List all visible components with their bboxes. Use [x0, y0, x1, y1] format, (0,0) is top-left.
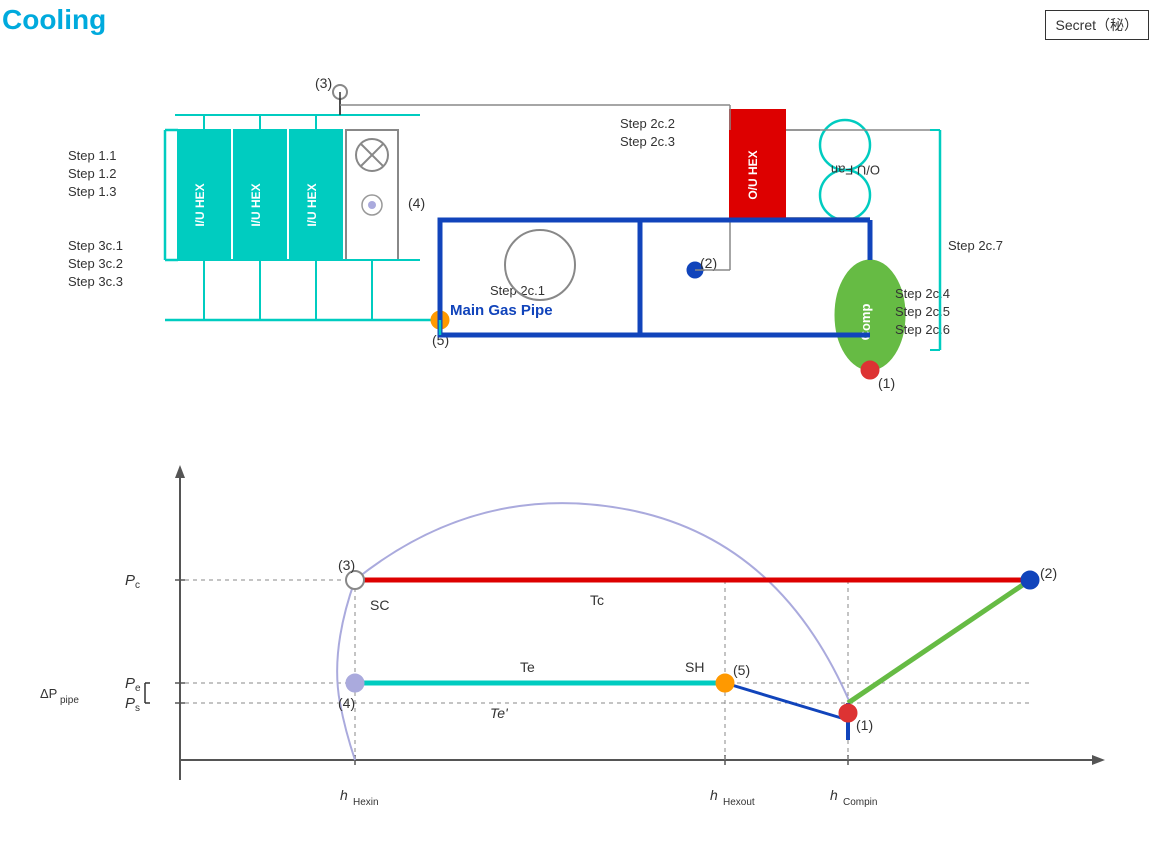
svg-text:Compin: Compin — [843, 797, 877, 808]
step-1-2-label: Step 1.2 — [68, 166, 116, 181]
delta-p-label: ΔP — [40, 686, 57, 701]
te-text: Te — [520, 659, 535, 675]
step2c4-label: Step 2c.4 — [895, 286, 950, 301]
pc-sub: c — [135, 580, 140, 591]
pe-sub: e — [135, 683, 141, 694]
ps-label: P — [125, 695, 135, 712]
step2c3-label: Step 2c.3 — [620, 134, 675, 149]
graph-node-2-label: (2) — [1040, 565, 1057, 581]
h-compin-label: h — [830, 787, 838, 803]
node-2-label: (2) — [700, 255, 717, 271]
iu-hex-2-label: I/U HEX — [249, 183, 263, 226]
page-title: Cooling — [2, 4, 106, 36]
h-hexout-label: h — [710, 787, 718, 803]
secret-badge: Secret（秘） — [1045, 10, 1149, 40]
svg-text:pipe: pipe — [60, 695, 79, 706]
node-3-label: (3) — [315, 75, 332, 91]
node-1-dot — [861, 361, 879, 379]
ou-hex-label: O/U HEX — [746, 150, 760, 199]
node-4-label: (4) — [408, 195, 425, 211]
iu-hex-1-label: I/U HEX — [193, 183, 207, 226]
node-1-label: (1) — [878, 375, 895, 391]
step-1-1-label: Step 1.1 — [68, 148, 116, 163]
pc-label: P — [125, 572, 135, 589]
step-3c1-label: Step 3c.1 — [68, 238, 123, 253]
step-1-3-label: Step 1.3 — [68, 184, 116, 199]
graph-node-3 — [346, 571, 364, 589]
ps-sub: s — [135, 703, 140, 714]
iu-hex-3-label: I/U HEX — [305, 183, 319, 226]
step2c2-label: Step 2c.2 — [620, 116, 675, 131]
step2c6-label: Step 2c.6 — [895, 322, 950, 337]
svg-text:Hexout: Hexout — [723, 797, 755, 808]
main-gas-pipe-label: Main Gas Pipe — [450, 302, 553, 319]
pe-label: P — [125, 675, 135, 692]
graph-node-5-label: (5) — [733, 662, 750, 678]
te-prime-text: Te' — [490, 705, 509, 721]
step-3c2-label: Step 3c.2 — [68, 256, 123, 271]
step-3c3-label: Step 3c.3 — [68, 274, 123, 289]
step2c7-label: Step 2c.7 — [948, 238, 1003, 253]
graph-node-5 — [716, 674, 734, 692]
sc-text: SC — [370, 597, 389, 613]
h-hexin-label: h — [340, 787, 348, 803]
graph-node-4 — [346, 674, 364, 692]
suction-pipe-line — [725, 683, 848, 720]
graph-svg: P c P e P s ΔP pipe h Hexin h Hexout h C… — [30, 450, 1130, 850]
step2c5-label: Step 2c.5 — [895, 304, 950, 319]
main-container: Cooling Secret（秘） Step 1.1 Step 1.2 Step… — [0, 0, 1159, 868]
tc-text: Tc — [590, 592, 604, 608]
graph-node-2 — [1021, 571, 1039, 589]
graph-node-3-label: (3) — [338, 557, 355, 573]
graph-node-1-label: (1) — [856, 717, 873, 733]
graph-node-1 — [839, 704, 857, 722]
svg-text:Hexin: Hexin — [353, 797, 379, 808]
diagram-svg: Step 1.1 Step 1.2 Step 1.3 Step 3c.1 Ste… — [0, 50, 1159, 440]
ou-fan-label: O/U Fan — [831, 163, 880, 178]
graph-node-4-label: (4) — [338, 695, 355, 711]
sh-text: SH — [685, 659, 704, 675]
compression-line — [848, 580, 1030, 703]
